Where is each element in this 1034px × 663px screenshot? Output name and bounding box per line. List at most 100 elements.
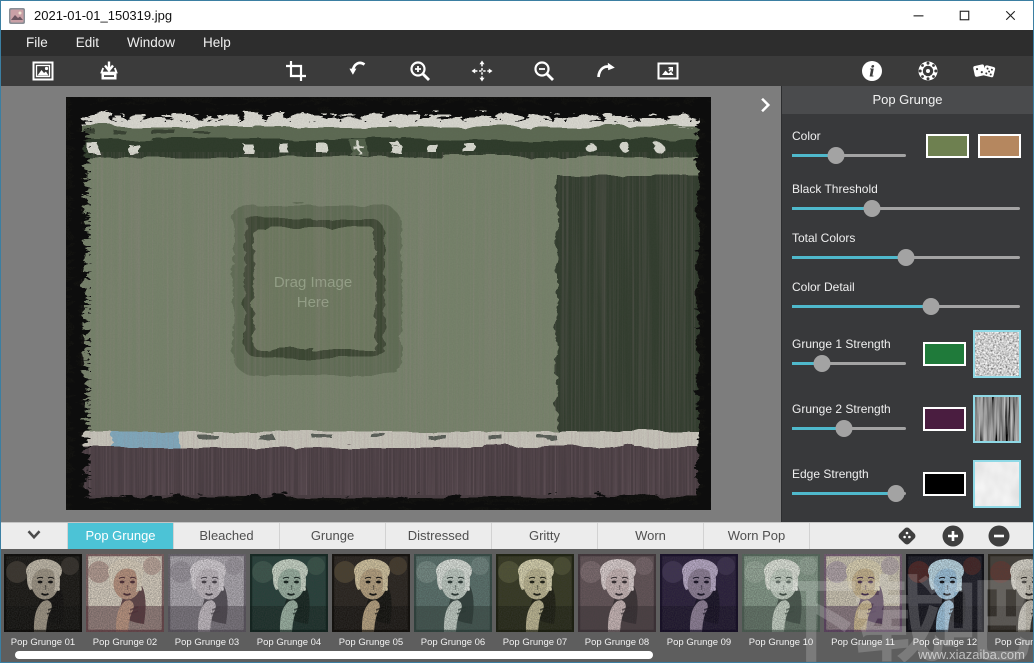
slider-grunge-2-strength[interactable] [792,420,906,437]
remove-button[interactable] [987,524,1011,548]
slider-label: Grunge 2 Strength [792,402,906,416]
tab-bleached[interactable]: Bleached [174,523,280,549]
tab-gritty[interactable]: Gritty [492,523,598,549]
color-swatch-1[interactable] [923,342,966,366]
tab-worn-pop[interactable]: Worn Pop [704,523,810,549]
slider-thumb[interactable] [887,485,904,502]
menu-edit[interactable]: Edit [62,30,113,56]
settings-panel: Pop Grunge ColorBlack ThresholdTotal Col… [781,86,1033,522]
slider-row-black-threshold: Black Threshold [792,178,1021,220]
preset-pop-grunge-08[interactable]: Pop Grunge 08 [578,554,656,648]
collapse-strip-button[interactable] [1,523,68,549]
close-button[interactable] [987,1,1033,30]
preset-label: Pop Grunge 06 [414,637,492,648]
preset-pop-grunge-04[interactable]: Pop Grunge 04 [250,554,328,648]
color-swatch-1[interactable] [923,472,966,496]
undo-icon[interactable] [346,59,370,83]
preset-pop-grunge-05[interactable]: Pop Grunge 05 [332,554,410,648]
canvas-image[interactable]: Drag Image Here [66,97,711,510]
preset-label: Pop Grunge 03 [168,637,246,648]
slider-black-threshold[interactable] [792,200,1020,217]
pan-icon[interactable] [470,59,494,83]
preset-pop-grunge-07[interactable]: Pop Grunge 07 [496,554,574,648]
zoom-out-icon[interactable] [532,59,556,83]
settings-icon[interactable] [916,59,940,83]
slider-fill [792,305,931,308]
preview-icon[interactable] [656,59,680,83]
slider-total-colors[interactable] [792,249,1020,266]
slider-row-color-detail: Color Detail [792,276,1021,318]
slider-thumb[interactable] [836,420,853,437]
zoom-in-icon[interactable] [408,59,432,83]
random-icon[interactable] [972,59,996,83]
preset-image [660,554,738,632]
preset-pop-grunge-10[interactable]: Pop Grunge 10 [742,554,820,648]
preset-image [4,554,82,632]
add-button[interactable] [941,524,965,548]
crop-icon[interactable] [284,59,308,83]
minimize-button[interactable] [895,1,941,30]
slider-row-edge-strength: Edge Strength [792,455,1021,513]
preset-pop-grunge-12[interactable]: Pop Grunge 12 [906,554,984,648]
preset-pop-grunge-11[interactable]: Pop Grunge 11 [824,554,902,648]
preset-pop-grunge-09[interactable]: Pop Grunge 09 [660,554,738,648]
menu-window[interactable]: Window [113,30,189,56]
preset-image [578,554,656,632]
preset-pop-grunge-03[interactable]: Pop Grunge 03 [168,554,246,648]
tab-distressed[interactable]: Distressed [386,523,492,549]
slider-label: Edge Strength [792,467,906,481]
app-window: 2021-01-01_150319.jpg FileEditWindowHelp… [0,0,1034,663]
texture-thumbnail-paper[interactable] [973,460,1021,508]
preset-pop-grunge-01[interactable]: Pop Grunge 01 [4,554,82,648]
preset-pop-grunge-02[interactable]: Pop Grunge 02 [86,554,164,648]
titlebar: 2021-01-01_150319.jpg [1,1,1033,30]
maximize-button[interactable] [941,1,987,30]
die-button[interactable] [895,524,919,548]
menu-help[interactable]: Help [189,30,245,56]
slider-row-grunge-2-strength: Grunge 2 Strength [792,390,1021,448]
preset-label: Pop Grunge 11 [824,637,902,648]
slider-fill [792,207,872,210]
texture-thumbnail-vstreak[interactable] [973,395,1021,443]
menu-file[interactable]: File [12,30,62,56]
preset-actions [895,523,1033,549]
preset-image [496,554,574,632]
save-icon[interactable] [97,59,121,83]
redo-icon[interactable] [594,59,618,83]
slider-thumb[interactable] [813,355,830,372]
slider-grunge-1-strength[interactable] [792,355,906,372]
color-swatch-2[interactable] [978,134,1021,158]
slider-thumb[interactable] [828,147,845,164]
slider-label: Color [792,129,906,143]
toolbar: i [1,56,1033,86]
info-icon[interactable]: i [860,59,884,83]
preset-thumbnail-strip: Pop Grunge 01Pop Grunge 02 Pop Grunge 03 P… [1,549,1033,662]
tab-worn[interactable]: Worn [598,523,704,549]
preset-pop-grunge-13[interactable]: Pop Grunge 13 [988,554,1033,648]
slider-thumb[interactable] [863,200,880,217]
tab-pop-grunge[interactable]: Pop Grunge [68,523,174,549]
preset-image [250,554,328,632]
open-image-icon[interactable] [31,59,55,83]
watermark-text: www.xiazaiba.com [767,647,1025,662]
slider-color[interactable] [792,147,906,164]
slider-label: Black Threshold [792,182,1020,196]
thumbnail-scrollbar[interactable] [15,651,653,659]
chevron-down-icon [23,523,45,550]
color-swatch-1[interactable] [923,407,966,431]
slider-color-detail[interactable] [792,298,1020,315]
color-swatch-1[interactable] [926,134,969,158]
toolbar-center-group [284,56,680,86]
slider-edge-strength[interactable] [792,485,906,502]
slider-row-total-colors: Total Colors [792,227,1021,269]
tab-grunge[interactable]: Grunge [280,523,386,549]
texture-thumbnail-speckle[interactable] [973,330,1021,378]
panel-expander-chevron-icon[interactable] [755,94,775,116]
preset-label: Pop Grunge 10 [742,637,820,648]
slider-thumb[interactable] [923,298,940,315]
slider-list: Color Black Threshold Total Colors Color De… [782,121,1033,513]
preset-label: Pop Grunge 08 [578,637,656,648]
slider-row-color: Color [792,121,1021,171]
preset-pop-grunge-06[interactable]: Pop Grunge 06 [414,554,492,648]
slider-thumb[interactable] [898,249,915,266]
